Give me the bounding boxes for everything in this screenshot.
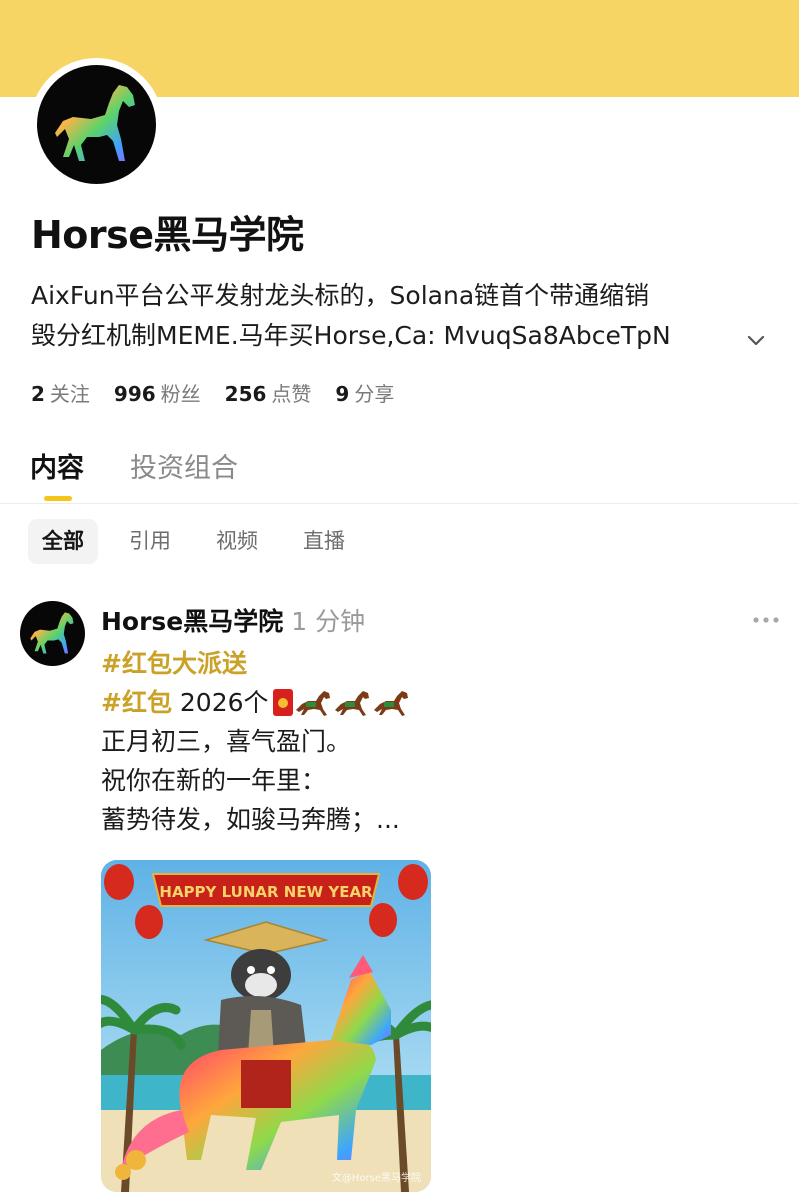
content-tabs: 内容 投资组合 — [30, 446, 284, 502]
post-line: 蓄势待发，如骏马奔腾；... — [101, 805, 400, 834]
stat-following[interactable]: 2 关注 — [31, 378, 90, 407]
image-watermark: 文@Horse黑马学院 — [331, 1173, 421, 1184]
stat-followers[interactable]: 996 粉丝 — [114, 378, 201, 407]
hashtag-link[interactable]: #红包大派送 — [101, 644, 247, 683]
stat-value: 256 — [224, 382, 267, 406]
active-tab-indicator — [44, 496, 72, 501]
chevron-down-icon[interactable] — [743, 330, 769, 350]
post-line: #红包 2026个 — [101, 683, 781, 722]
tab-label: 内容 — [30, 453, 84, 484]
post-timestamp: 1 分钟 — [291, 607, 366, 636]
horse-emoji-icon — [295, 690, 330, 716]
rainbow-horse-icon — [37, 65, 156, 184]
stat-label: 关注 — [49, 382, 90, 406]
hashtag-link[interactable]: #红包 — [101, 683, 172, 722]
lunar-new-year-illustration: HAPPY LUNAR NEW YEAR — [101, 860, 431, 1192]
post-author-avatar[interactable] — [20, 601, 85, 666]
profile-bio[interactable]: AixFun平台公平发射龙头标的，Solana链首个带通缩销 毁分红机制MEME… — [31, 276, 765, 356]
stat-label: 分享 — [354, 382, 395, 406]
profile-stats: 2 关注 996 粉丝 256 点赞 9 分享 — [31, 378, 418, 407]
bio-line: 毁分红机制MEME.马年买Horse,Ca: MvuqSa8AbceTpN — [31, 321, 671, 350]
profile-name: Horse黑马学院 — [31, 213, 304, 257]
image-banner-text: HAPPY LUNAR NEW YEAR — [159, 883, 373, 901]
filter-chips: 全部 引用 视频 直播 — [28, 519, 376, 564]
filter-quotes[interactable]: 引用 — [115, 519, 185, 564]
post-line: #红包大派送 — [101, 644, 781, 683]
stat-value: 9 — [335, 382, 350, 406]
tab-label: 投资组合 — [130, 453, 238, 484]
post-header: Horse黑马学院 1 分钟 — [101, 602, 365, 638]
rainbow-horse-icon — [29, 611, 74, 653]
stat-value: 2 — [31, 382, 45, 406]
stat-shares[interactable]: 9 分享 — [335, 378, 394, 407]
bio-line: AixFun平台公平发射龙头标的，Solana链首个带通缩销 — [31, 281, 650, 310]
more-dots-icon[interactable] — [752, 614, 780, 626]
stat-label: 粉丝 — [160, 382, 201, 406]
filter-live[interactable]: 直播 — [289, 519, 359, 564]
post-text[interactable]: #红包大派送 #红包 2026个 正月初三，喜气盈门。 祝你在新的一年里： 蓄势… — [101, 644, 781, 839]
post-image[interactable]: HAPPY LUNAR NEW YEAR 文@Horse黑马学院 — [101, 860, 431, 1192]
tab-content[interactable]: 内容 — [30, 446, 84, 502]
stat-likes[interactable]: 256 点赞 — [225, 378, 312, 407]
horse-emoji-icon — [334, 690, 369, 716]
profile-avatar[interactable] — [30, 58, 163, 191]
stat-label: 点赞 — [271, 382, 312, 406]
post-line: 祝你在新的一年里： — [101, 766, 327, 795]
tabs-divider — [0, 503, 799, 504]
stat-value: 996 — [113, 382, 156, 406]
filter-videos[interactable]: 视频 — [202, 519, 272, 564]
post-line: 正月初三，喜气盈门。 — [101, 727, 352, 756]
tab-portfolio[interactable]: 投资组合 — [130, 446, 238, 502]
red-envelope-icon — [272, 689, 293, 716]
post-count-text: 2026个 — [171, 688, 269, 717]
post-author-name[interactable]: Horse黑马学院 — [101, 607, 283, 636]
filter-all[interactable]: 全部 — [28, 519, 98, 564]
horse-emoji-icon — [373, 690, 408, 716]
